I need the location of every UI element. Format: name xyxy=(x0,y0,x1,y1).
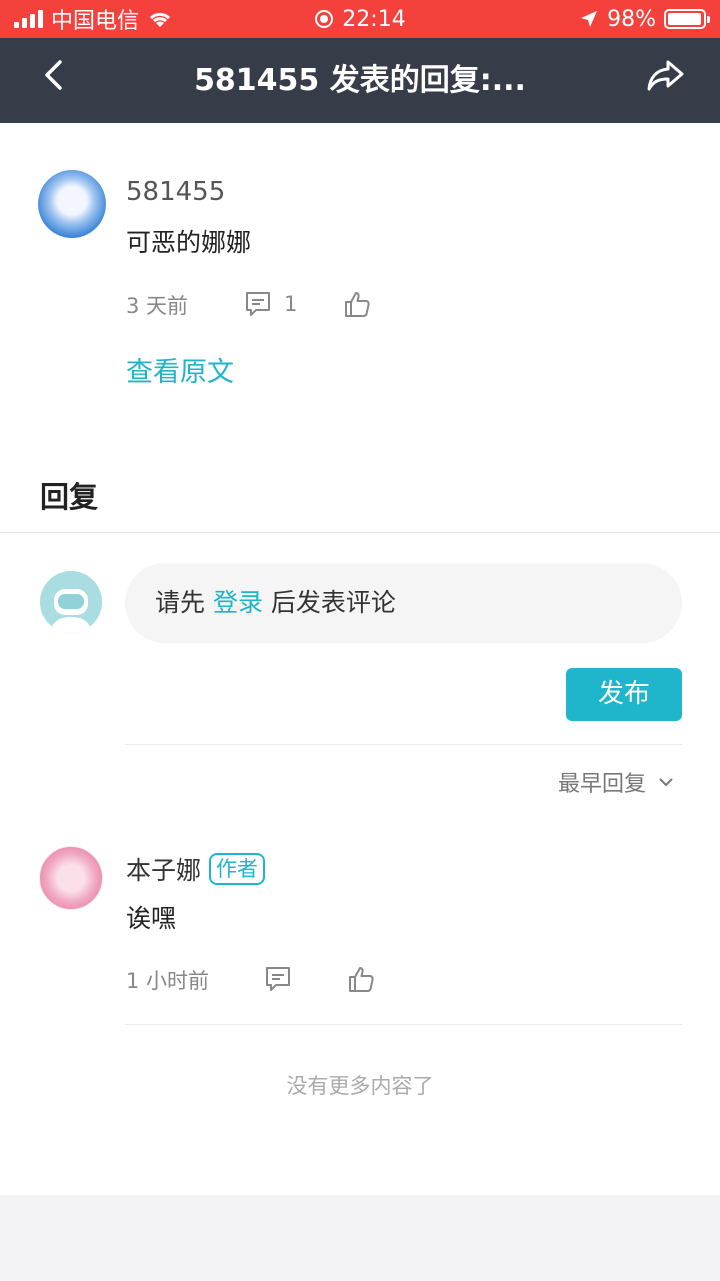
status-time: 22:14 xyxy=(342,6,406,32)
thumbs-up-icon xyxy=(343,290,371,318)
comment-icon xyxy=(264,965,292,993)
footer-area xyxy=(0,1195,720,1281)
post-comment-button[interactable]: 1 xyxy=(244,290,297,318)
comment-prompt-suffix: 后发表评论 xyxy=(262,588,396,617)
sort-dropdown[interactable]: 最早回复 xyxy=(558,766,674,798)
status-bar: 中国电信 22:14 98% xyxy=(0,0,720,38)
location-icon xyxy=(579,9,599,29)
divider xyxy=(0,532,720,533)
view-original-link[interactable]: 查看原文 xyxy=(126,350,234,389)
author-badge: 作者 xyxy=(209,853,266,885)
login-link[interactable]: 登录 xyxy=(213,588,263,617)
avatar[interactable] xyxy=(39,846,103,910)
battery-percent: 98% xyxy=(607,6,656,32)
back-icon[interactable] xyxy=(36,56,76,96)
divider xyxy=(125,1024,682,1025)
reply-like-button[interactable] xyxy=(347,965,375,993)
publish-button[interactable]: 发布 xyxy=(566,668,682,721)
thumbs-up-icon xyxy=(347,965,375,993)
chevron-down-icon xyxy=(658,776,674,788)
comment-prompt-prefix: 请先 xyxy=(155,588,213,617)
post-time: 3 天前 xyxy=(126,294,189,318)
no-more-content-text: 没有更多内容了 xyxy=(286,1074,434,1098)
nav-bar: 581455 发表的回复:... xyxy=(0,38,720,123)
post-content: 可恶的娜娜 xyxy=(126,228,252,257)
reply-comment-button[interactable] xyxy=(264,965,292,993)
reply-author-name: 本子娜 xyxy=(126,856,202,885)
reply-author[interactable]: 本子娜 作者 xyxy=(126,851,266,887)
post-author-name[interactable]: 581455 xyxy=(126,177,225,207)
comment-input[interactable]: 请先 登录 后发表评论 xyxy=(125,563,682,643)
comment-icon xyxy=(244,290,272,318)
sort-label: 最早回复 xyxy=(557,772,646,797)
avatar xyxy=(40,571,102,633)
reply-content: 诶嘿 xyxy=(126,904,177,933)
post-like-button[interactable] xyxy=(343,290,371,318)
replies-section-title: 回复 xyxy=(40,480,99,514)
reply-time: 1 小时前 xyxy=(126,969,210,993)
post-comment-count: 1 xyxy=(284,292,298,316)
divider xyxy=(125,744,682,745)
orientation-lock-icon xyxy=(314,9,334,29)
avatar[interactable] xyxy=(38,170,106,238)
share-icon[interactable] xyxy=(644,54,688,98)
page-title: 581455 发表的回复:... xyxy=(194,63,526,98)
battery-icon xyxy=(664,9,710,29)
